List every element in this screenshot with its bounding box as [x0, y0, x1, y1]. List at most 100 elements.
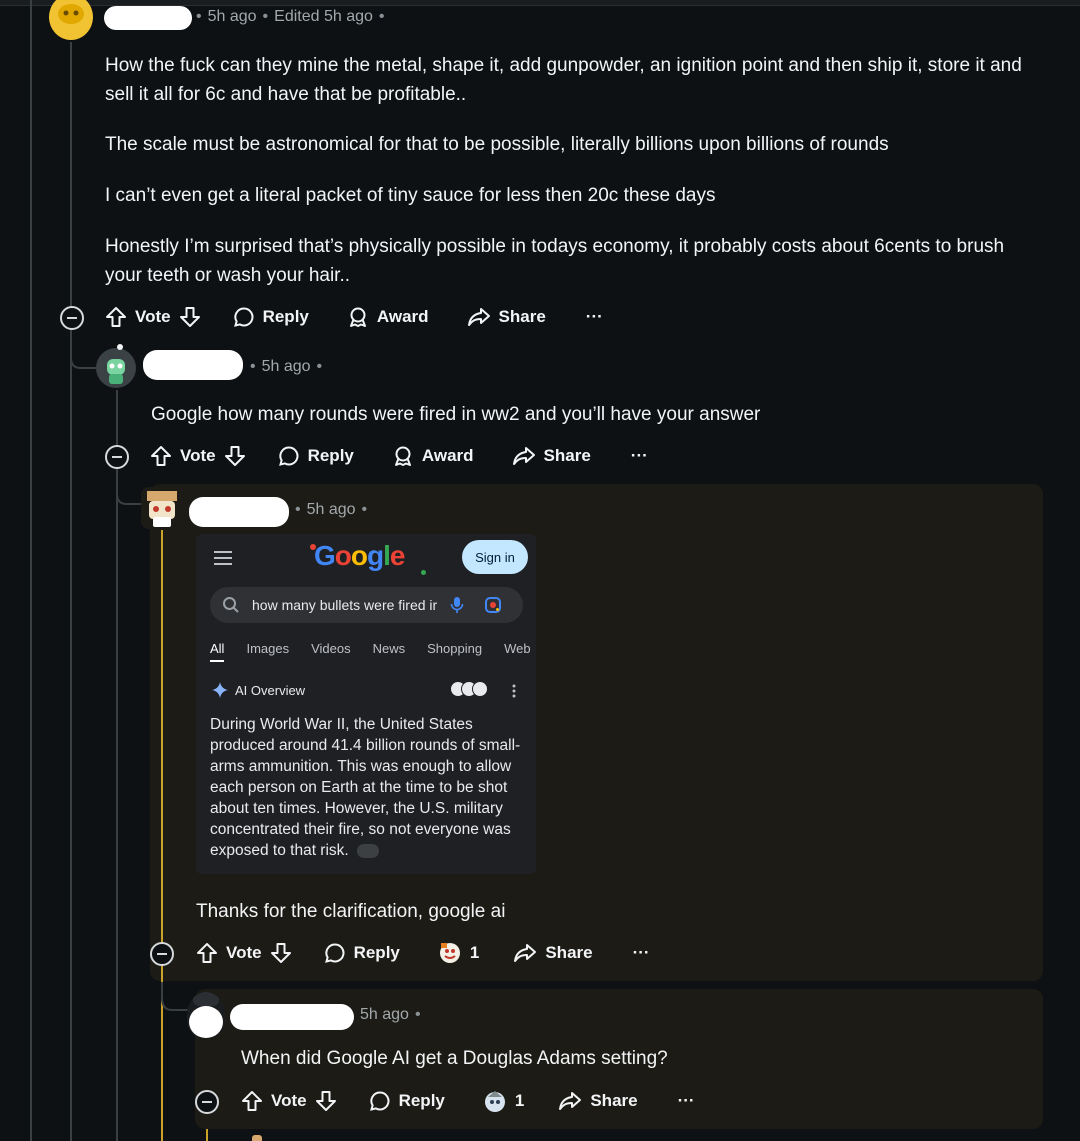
vote-group: Vote	[241, 1090, 337, 1112]
link-chip-icon[interactable]	[357, 843, 380, 858]
upvote-icon[interactable]	[196, 942, 218, 964]
share-button[interactable]: Share	[513, 942, 593, 964]
gemini-sparkle-icon	[212, 682, 228, 698]
comment-meta: • 5h ago • Edited 5h ago •	[196, 8, 385, 26]
award-button[interactable]: 1	[483, 1089, 524, 1113]
downvote-icon[interactable]	[270, 942, 292, 964]
timestamp[interactable]: 5h ago	[360, 1006, 409, 1024]
comment-body: How the fuck can they mine the metal, sh…	[105, 51, 1035, 290]
timestamp[interactable]: 5h ago	[208, 8, 257, 26]
reply-button[interactable]: Reply	[278, 445, 354, 467]
avatar[interactable]	[49, 0, 93, 40]
doodle-confetti	[310, 544, 316, 550]
share-arrow-icon	[514, 944, 537, 962]
doodle-confetti	[421, 570, 426, 575]
search-query[interactable]: how many bullets were fired ir	[252, 597, 444, 613]
tab-news[interactable]: News	[373, 641, 406, 662]
comment-actions: Vote Reply Award Share ···	[150, 439, 648, 473]
downvote-icon[interactable]	[315, 1090, 337, 1112]
next-avatar-partial	[252, 1135, 262, 1141]
timestamp[interactable]: 5h ago	[262, 358, 311, 376]
reply-button[interactable]: Reply	[369, 1090, 445, 1112]
snoo-avatar-icon	[147, 491, 177, 527]
vote-label: Vote	[135, 307, 171, 326]
award-button[interactable]: Award	[347, 306, 429, 328]
comment-meta: • 5h ago •	[295, 501, 368, 519]
award-button[interactable]: 1	[438, 941, 479, 965]
vote-group: Vote	[196, 942, 292, 964]
redacted-username[interactable]	[104, 6, 192, 30]
comment-meta: 5h ago •	[360, 1006, 421, 1024]
reply-button[interactable]: Reply	[324, 942, 400, 964]
more-options-button[interactable]: ···	[631, 446, 648, 466]
tab-all[interactable]: All	[210, 641, 225, 662]
share-label: Share	[498, 307, 546, 326]
redacted-username[interactable]	[189, 497, 289, 527]
reply-bubble-icon	[278, 446, 299, 466]
tab-images[interactable]: Images	[246, 641, 289, 662]
google-tabs: All Images Videos News Shopping Web	[210, 641, 553, 662]
google-logo: Google	[314, 540, 406, 572]
avatar[interactable]	[187, 992, 225, 1038]
comment-paragraph: Honestly I’m surprised that’s physically…	[105, 236, 1005, 286]
vote-label: Vote	[226, 943, 262, 962]
reply-bubble-icon	[324, 943, 345, 963]
comment-paragraph: How the fuck can they mine the metal, sh…	[105, 55, 1022, 105]
snoo-avatar-icon	[96, 348, 136, 388]
reply-button[interactable]: Reply	[233, 306, 309, 328]
google-logo-letter: o	[350, 540, 368, 571]
collapse-button[interactable]	[195, 1090, 219, 1114]
google-logo-letter: l	[383, 540, 391, 571]
source-favicons[interactable]	[450, 681, 488, 697]
upvote-icon[interactable]	[150, 445, 172, 467]
google-screenshot[interactable]: Google Sign in how many bullets were fir…	[196, 534, 536, 874]
reply-label: Reply	[262, 307, 309, 326]
tab-shopping[interactable]: Shopping	[427, 641, 482, 662]
share-button[interactable]: Share	[558, 1090, 638, 1112]
share-button[interactable]: Share	[512, 445, 591, 467]
vote-label: Vote	[180, 446, 216, 465]
ai-overview-text: During World War II, the United States p…	[210, 714, 528, 861]
avatar[interactable]	[141, 487, 183, 529]
collapse-button[interactable]	[60, 306, 84, 330]
share-label: Share	[590, 1091, 638, 1110]
redacted-username[interactable]	[230, 1004, 354, 1030]
share-button[interactable]: Share	[467, 306, 546, 328]
share-label: Share	[545, 943, 593, 962]
timestamp[interactable]: 5h ago	[307, 501, 356, 519]
snoo-avatar-icon	[189, 992, 223, 1038]
thread-line-level1[interactable]	[70, 42, 72, 1141]
downvote-icon[interactable]	[224, 445, 246, 467]
collapse-button[interactable]	[105, 445, 129, 469]
more-options-button[interactable]: ···	[633, 943, 650, 963]
downvote-icon[interactable]	[179, 306, 201, 328]
upvote-icon[interactable]	[241, 1090, 263, 1112]
kebab-menu-icon[interactable]	[512, 684, 516, 698]
award-button[interactable]: Award	[392, 445, 474, 467]
award-sticker-icon	[484, 1091, 505, 1112]
tab-web[interactable]: Web	[504, 641, 531, 662]
more-options-icon: ···	[585, 307, 603, 326]
google-logo-letter: e	[389, 540, 406, 571]
thread-line-root[interactable]	[30, 0, 32, 1141]
google-logo-letter: g	[367, 540, 384, 571]
ai-overview-body: During World War II, the United States p…	[210, 716, 521, 859]
redacted-username[interactable]	[143, 350, 243, 380]
reply-bubble-icon	[233, 307, 254, 327]
google-lens-icon[interactable]	[484, 596, 502, 614]
thread-line-gold[interactable]	[161, 530, 163, 1141]
upvote-icon[interactable]	[105, 306, 127, 328]
comment-text: Thanks for the clarification, google ai	[196, 901, 506, 922]
google-search-bar[interactable]: how many bullets were fired ir	[210, 587, 523, 623]
google-logo-letter: G	[314, 540, 336, 571]
ai-overview-header: AI Overview	[212, 682, 305, 698]
tab-videos[interactable]: Videos	[311, 641, 351, 662]
avatar[interactable]	[96, 348, 136, 388]
collapse-button[interactable]	[150, 942, 174, 966]
more-options-button[interactable]: ···	[586, 307, 603, 327]
microphone-icon[interactable]	[450, 596, 464, 614]
comment-meta: • 5h ago •	[250, 358, 323, 376]
award-count: 1	[514, 1091, 525, 1110]
more-options-button[interactable]: ···	[678, 1091, 695, 1111]
sign-in-button[interactable]: Sign in	[462, 540, 528, 574]
